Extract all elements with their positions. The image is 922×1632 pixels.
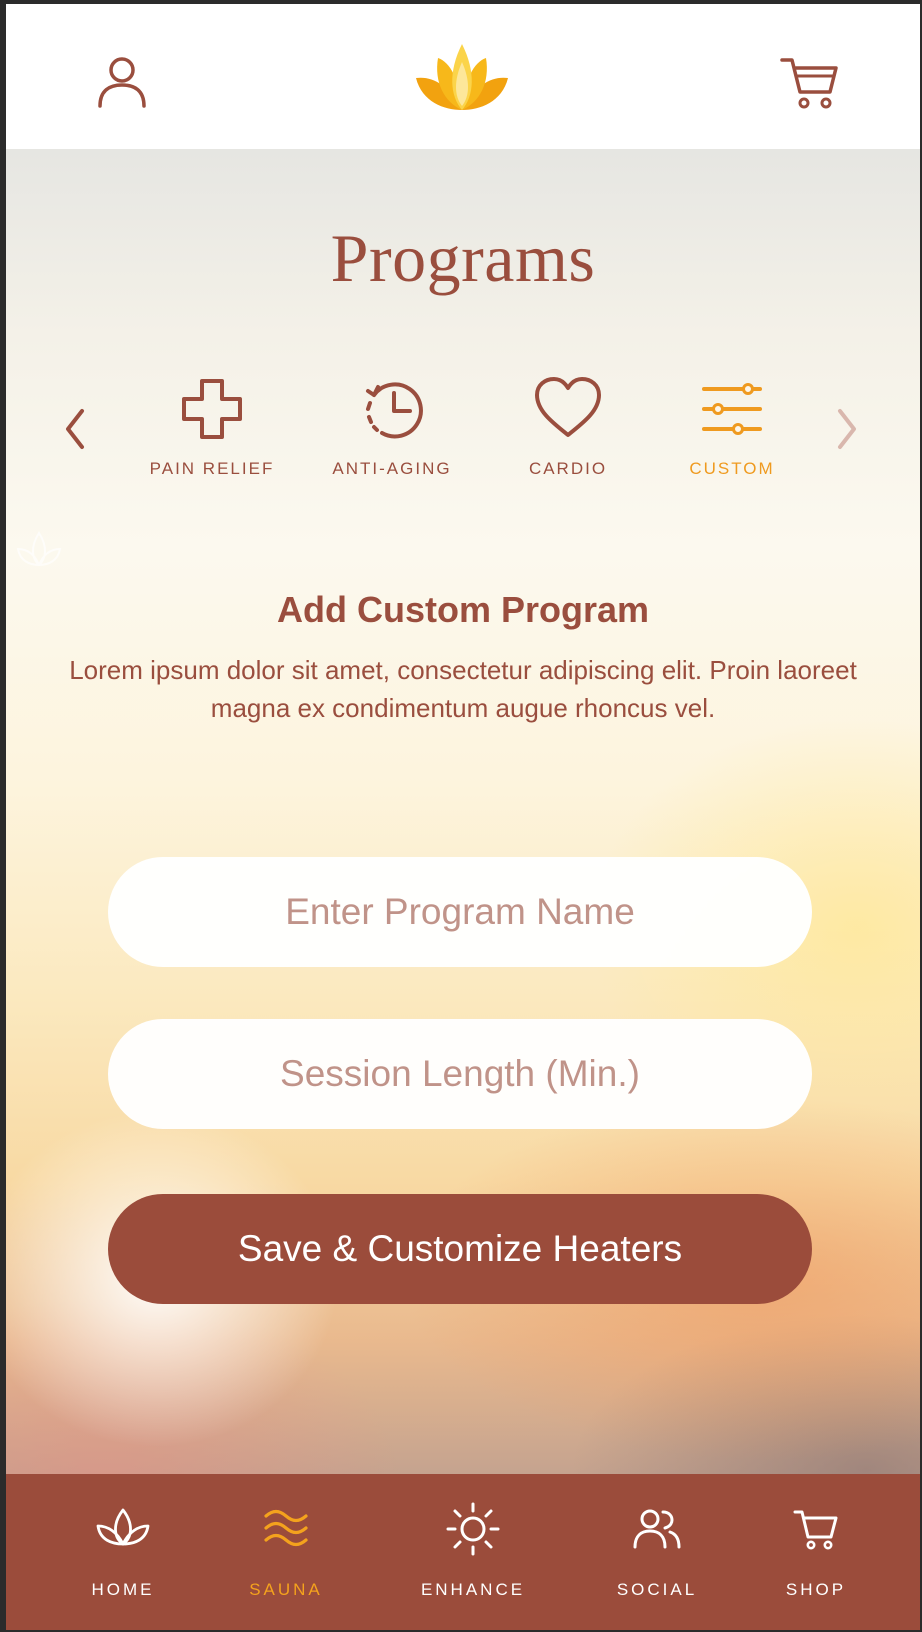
cart-icon[interactable] — [780, 54, 838, 110]
section-description: Lorem ipsum dolor sit amet, consectetur … — [69, 655, 857, 723]
nav-item-shop[interactable]: SHOP — [751, 1508, 881, 1608]
sliders-icon — [702, 383, 762, 435]
bottom-nav: HOME SAUNA ENHANCE SOCIAL SHOP — [6, 1474, 920, 1630]
chevron-right-icon[interactable] — [826, 399, 866, 459]
waves-icon — [264, 1509, 308, 1547]
lotus-icon — [96, 1508, 150, 1546]
page-title: Programs — [330, 220, 596, 296]
nav-label: SOCIAL — [616, 1580, 698, 1599]
cross-icon — [182, 379, 242, 439]
category-label: CARDIO — [528, 459, 608, 478]
chevron-left-icon[interactable] — [56, 399, 96, 459]
nav-label: SHOP — [785, 1580, 847, 1599]
program-name-input[interactable] — [108, 857, 812, 967]
cart-icon — [793, 1510, 838, 1550]
programs-screen: Programs PAIN RELIEF ANTI-AGING CARDIO C… — [6, 149, 920, 1474]
history-clock-icon — [366, 382, 423, 439]
heart-icon — [535, 377, 601, 437]
nav-label: ENHANCE — [420, 1580, 526, 1599]
nav-item-sauna[interactable]: SAUNA — [221, 1508, 351, 1608]
nav-item-enhance[interactable]: ENHANCE — [408, 1502, 538, 1608]
app-screen: Programs PAIN RELIEF ANTI-AGING CARDIO C… — [6, 4, 920, 1630]
category-custom[interactable]: CUSTOM — [652, 377, 812, 487]
category-cardio[interactable]: CARDIO — [488, 377, 648, 487]
users-icon — [633, 1509, 681, 1549]
session-length-input[interactable] — [108, 1019, 812, 1129]
top-header — [6, 4, 920, 149]
category-label: PAIN RELIEF — [149, 459, 275, 478]
category-label: ANTI-AGING — [332, 459, 452, 478]
nav-item-home[interactable]: HOME — [58, 1508, 188, 1608]
lotus-watermark-icon — [16, 531, 62, 567]
category-label: CUSTOM — [689, 459, 775, 478]
category-pain-relief[interactable]: PAIN RELIEF — [132, 377, 292, 487]
section-title: Add Custom Program — [276, 589, 650, 630]
save-customize-heaters-button[interactable]: Save & Customize Heaters — [108, 1194, 812, 1304]
sun-icon — [446, 1502, 500, 1556]
lotus-logo-icon[interactable] — [414, 40, 510, 116]
nav-label: SAUNA — [249, 1580, 323, 1599]
user-icon[interactable] — [96, 54, 148, 110]
nav-item-social[interactable]: SOCIAL — [592, 1508, 722, 1608]
category-anti-aging[interactable]: ANTI-AGING — [312, 377, 472, 487]
nav-label: HOME — [91, 1580, 155, 1599]
